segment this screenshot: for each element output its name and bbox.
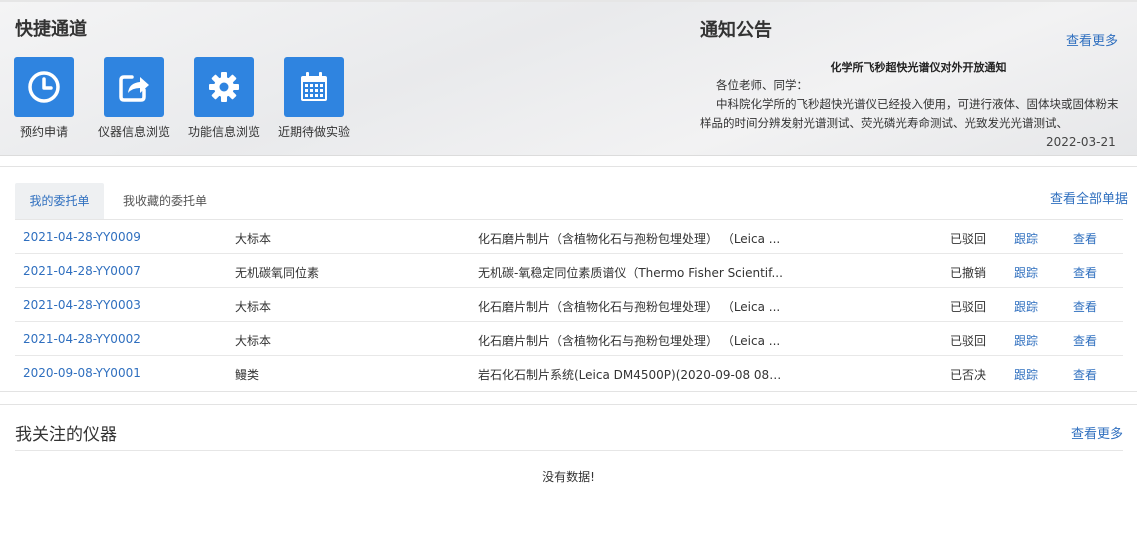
order-type: 大标本 xyxy=(235,334,272,348)
notice-text: 中科院化学所的飞秒超快光谱仪已经投入使用，可进行液体、固体块或固体粉末样品的时间… xyxy=(700,97,1119,130)
track-link[interactable]: 跟踪 xyxy=(1014,264,1038,281)
table-row: 2021-04-28-YY0007 无机碳氧同位素 无机碳-氧稳定同位素质谱仪（… xyxy=(15,254,1123,288)
quick-item-label: 近期待做实验 xyxy=(277,125,350,139)
notice-headline[interactable]: 化学所飞秒超快光谱仪对外开放通知 xyxy=(700,59,1137,75)
order-status: 已撤销 xyxy=(950,266,987,280)
order-id-link[interactable]: 2021-04-28-YY0003 xyxy=(23,298,141,312)
track-link[interactable]: 跟踪 xyxy=(1014,332,1038,349)
table-row: 2021-04-28-YY0003 大标本 化石磨片制片（含植物化石与孢粉包埋处… xyxy=(15,288,1123,322)
order-status: 已驳回 xyxy=(950,232,987,246)
order-id-link[interactable]: 2021-04-28-YY0002 xyxy=(23,332,141,346)
order-status: 已否决 xyxy=(950,368,987,382)
table-row: 2020-09-08-YY0001 鳗类 岩石化石制片系统(Leica DM45… xyxy=(15,356,1123,390)
followed-more-link[interactable]: 查看更多 xyxy=(1071,423,1123,442)
view-link[interactable]: 查看 xyxy=(1073,298,1097,315)
empty-state-message: 没有数据! xyxy=(542,470,595,484)
track-link[interactable]: 跟踪 xyxy=(1014,366,1038,383)
top-panel: 快捷通道 预约申请 仪器信息浏览 功能信息浏览 近期待做实验 通知公告 查看更多… xyxy=(0,0,1137,156)
notice-more-link[interactable]: 查看更多 xyxy=(1066,30,1118,49)
order-description: 无机碳-氧稳定同位素质谱仪（Thermo Fisher Scientif... xyxy=(478,266,783,280)
order-description: 岩石化石制片系统(Leica DM4500P)(2020-09-08 08:..… xyxy=(478,368,783,382)
order-description: 化石磨片制片（含植物化石与孢粉包埋处理） （Leica ... xyxy=(478,334,781,348)
notice-body: 各位老师、同学： 中科院化学所的飞秒超快光谱仪已经投入使用，可进行液体、固体块或… xyxy=(700,76,1120,133)
orders-panel: 我的委托单 我收藏的委托单 查看全部单据 2021-04-28-YY0009 大… xyxy=(0,166,1137,392)
quick-item-upcoming[interactable]: 近期待做实验 xyxy=(269,57,359,140)
view-all-orders-link[interactable]: 查看全部单据 xyxy=(1050,188,1128,207)
order-description: 化石磨片制片（含植物化石与孢粉包埋处理） （Leica ... xyxy=(478,232,781,246)
quick-access-title: 快捷通道 xyxy=(15,19,87,40)
notice-greeting: 各位老师、同学： xyxy=(716,78,808,92)
quick-item-booking[interactable]: 预约申请 xyxy=(0,57,89,140)
calendar-icon xyxy=(284,57,344,117)
followed-instruments-panel: 我关注的仪器 查看更多 没有数据! xyxy=(0,404,1137,560)
order-description: 化石磨片制片（含植物化石与孢粉包埋处理） （Leica ... xyxy=(478,300,781,314)
quick-item-instrument-info[interactable]: 仪器信息浏览 xyxy=(89,57,179,140)
table-row: 2021-04-28-YY0002 大标本 化石磨片制片（含植物化石与孢粉包埋处… xyxy=(15,322,1123,356)
table-row: 2021-04-28-YY0009 大标本 化石磨片制片（含植物化石与孢粉包埋处… xyxy=(15,220,1123,254)
quick-item-label: 预约申请 xyxy=(19,125,68,139)
order-status: 已驳回 xyxy=(950,334,987,348)
view-link[interactable]: 查看 xyxy=(1073,264,1097,281)
tab-favorite-orders[interactable]: 我收藏的委托单 xyxy=(123,183,207,219)
notice-title: 通知公告 xyxy=(700,20,772,41)
order-status: 已驳回 xyxy=(950,300,987,314)
tab-my-orders[interactable]: 我的委托单 xyxy=(15,183,104,219)
quick-item-label: 功能信息浏览 xyxy=(187,125,260,139)
view-link[interactable]: 查看 xyxy=(1073,366,1097,383)
track-link[interactable]: 跟踪 xyxy=(1014,298,1038,315)
gear-icon xyxy=(194,57,254,117)
followed-instruments-title: 我关注的仪器 xyxy=(15,425,117,445)
view-link[interactable]: 查看 xyxy=(1073,332,1097,349)
share-icon xyxy=(104,57,164,117)
track-link[interactable]: 跟踪 xyxy=(1014,230,1038,247)
order-type: 鳗类 xyxy=(235,368,260,382)
order-id-link[interactable]: 2020-09-08-YY0001 xyxy=(23,366,141,380)
order-type: 大标本 xyxy=(235,232,272,246)
quick-item-label: 仪器信息浏览 xyxy=(97,125,170,139)
order-id-link[interactable]: 2021-04-28-YY0007 xyxy=(23,264,141,278)
notice-date: 2022-03-21 xyxy=(1046,135,1116,149)
followed-divider xyxy=(15,450,1123,451)
clock-icon xyxy=(14,57,74,117)
quick-item-function-info[interactable]: 功能信息浏览 xyxy=(179,57,269,140)
top-divider xyxy=(0,0,1137,2)
order-id-link[interactable]: 2021-04-28-YY0009 xyxy=(23,230,141,244)
order-type: 大标本 xyxy=(235,300,272,314)
order-type: 无机碳氧同位素 xyxy=(235,266,320,280)
view-link[interactable]: 查看 xyxy=(1073,230,1097,247)
